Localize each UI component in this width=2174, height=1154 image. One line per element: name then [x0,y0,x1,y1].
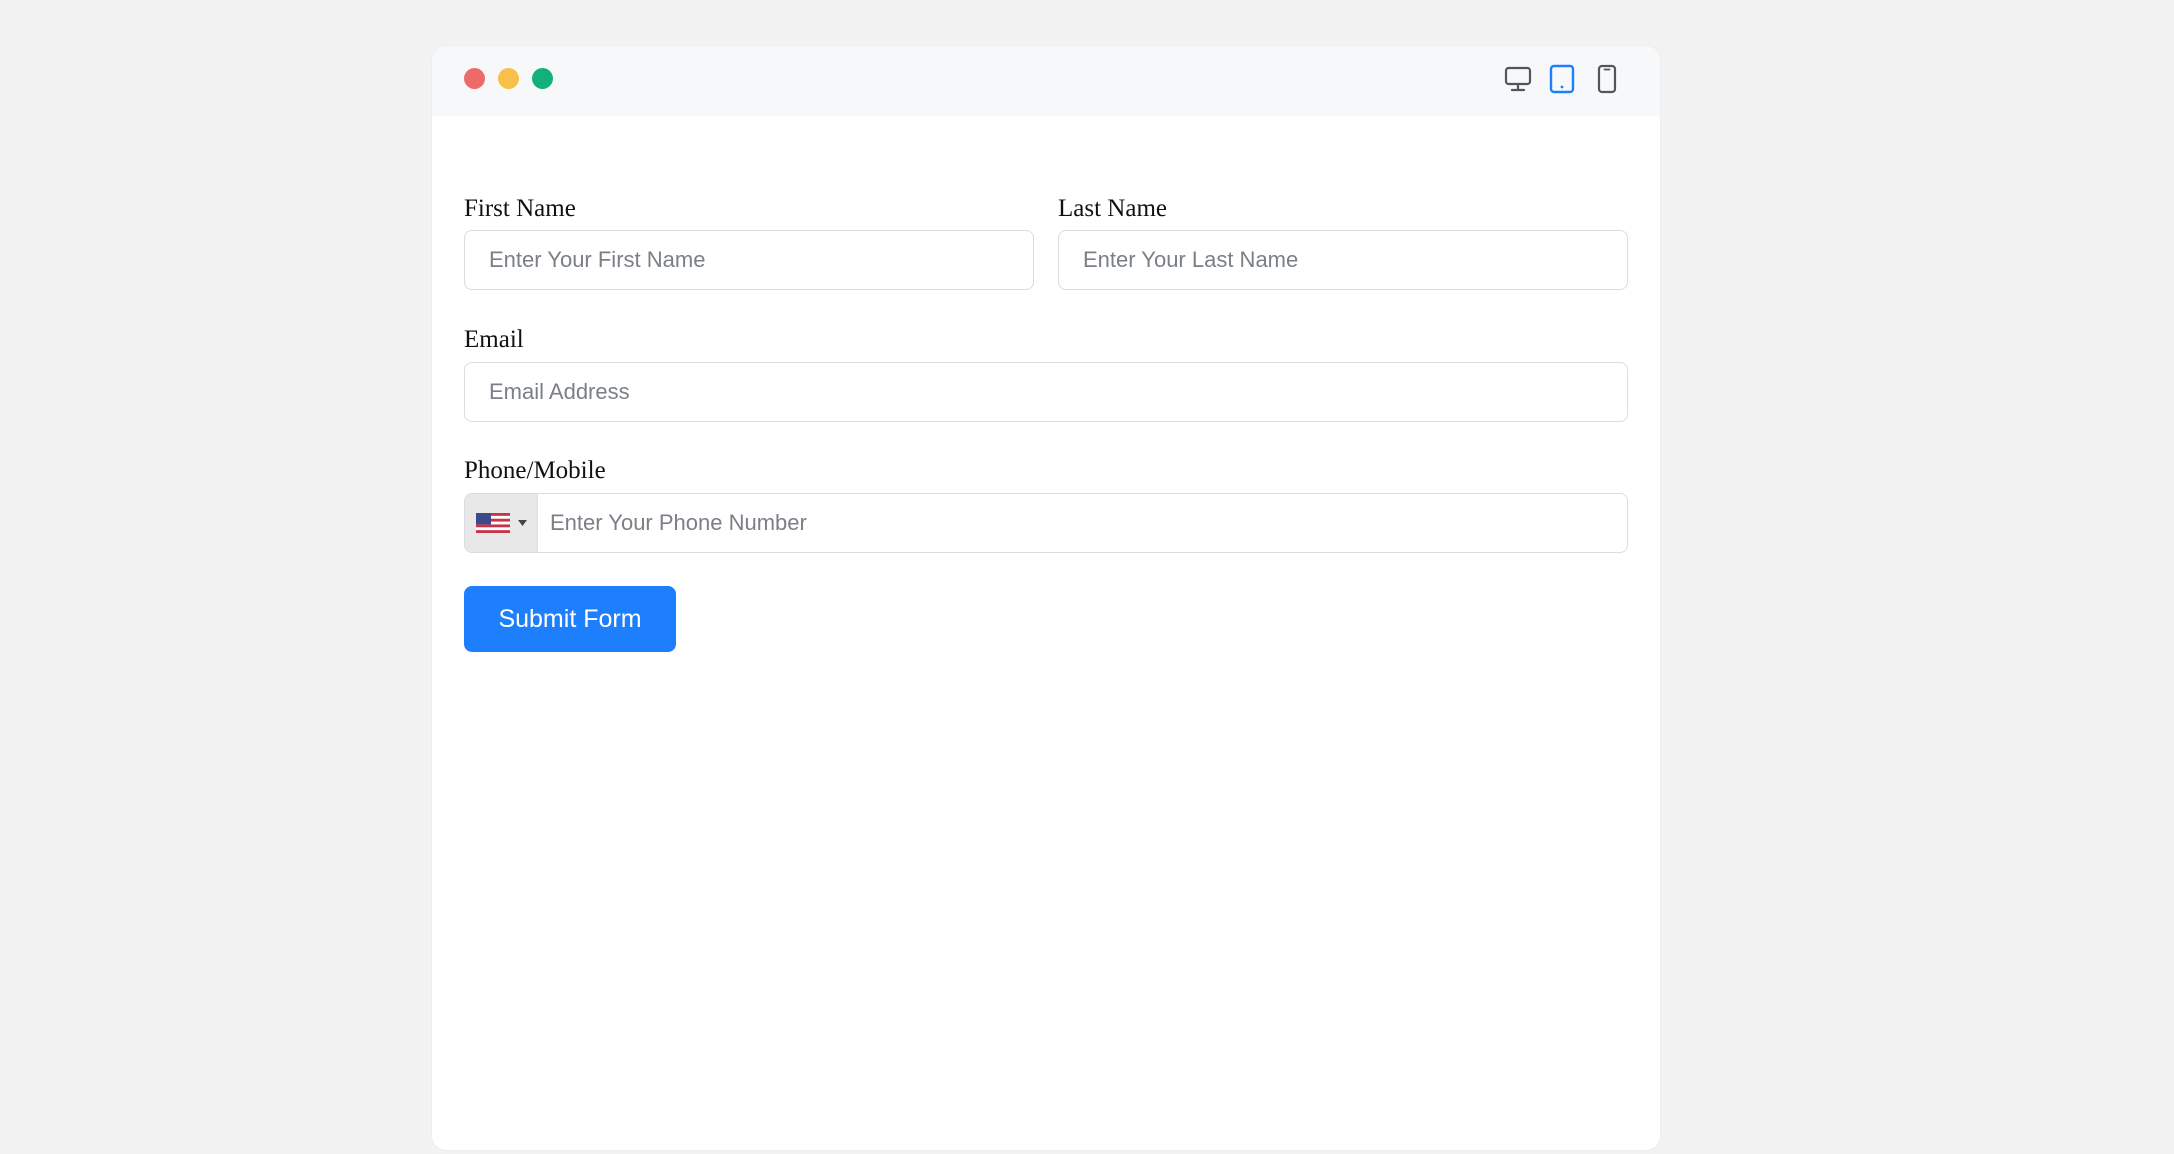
mobile-icon [1597,64,1617,94]
first-name-input[interactable] [465,231,1033,289]
first-name-field[interactable] [464,230,1034,290]
phone-input[interactable] [538,494,1627,552]
maximize-window-button[interactable] [532,68,553,89]
tablet-icon [1549,64,1575,94]
last-name-label: Last Name [1058,195,1167,222]
email-label: Email [464,326,524,353]
window-titlebar [432,46,1660,116]
country-code-select[interactable] [465,494,538,552]
form-window: First Name Last Name Email Phone/Mobile [432,46,1660,1150]
chevron-down-icon [517,520,527,526]
desktop-icon [1504,66,1532,92]
phone-field[interactable] [464,493,1628,553]
first-name-label: First Name [464,195,576,222]
tablet-view-button[interactable] [1545,62,1579,96]
us-flag-icon [475,513,510,533]
last-name-input[interactable] [1059,231,1627,289]
email-input[interactable] [465,363,1627,421]
submit-form-button[interactable]: Submit Form [464,586,676,652]
last-name-field[interactable] [1058,230,1628,290]
email-field[interactable] [464,362,1628,422]
desktop-view-button[interactable] [1501,62,1535,96]
minimize-window-button[interactable] [498,68,519,89]
phone-label: Phone/Mobile [464,457,606,484]
close-window-button[interactable] [464,68,485,89]
mobile-view-button[interactable] [1590,62,1624,96]
